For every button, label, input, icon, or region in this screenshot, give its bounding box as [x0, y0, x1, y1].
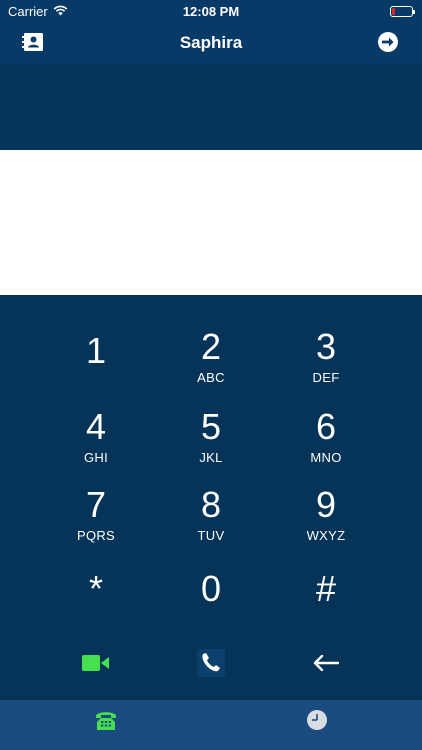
key-7[interactable]: 7 PQRS — [41, 465, 151, 543]
call-info-area — [0, 64, 422, 150]
key-letters: DEF — [312, 370, 340, 385]
battery-icon — [390, 6, 415, 17]
key-digit: * — [88, 568, 103, 609]
backspace-arrow-icon — [313, 654, 340, 676]
key-letters: WXYZ — [306, 528, 346, 543]
key-digit: 3 — [315, 326, 337, 367]
tab-dialpad[interactable] — [0, 700, 211, 750]
tab-history[interactable] — [211, 700, 422, 750]
key-4[interactable]: 4 GHI — [41, 387, 151, 465]
key-digit: 1 — [85, 330, 107, 371]
key-digit: 7 — [85, 484, 107, 525]
key-2[interactable]: 2 ABC — [156, 307, 266, 385]
backspace-button[interactable] — [286, 640, 366, 690]
battery-fill — [392, 8, 395, 15]
key-1[interactable]: 1 — [41, 307, 151, 379]
key-letters: GHI — [83, 450, 108, 465]
key-3[interactable]: 3 DEF — [271, 307, 381, 385]
tab-bar — [0, 700, 422, 750]
key-digit: 4 — [85, 406, 107, 447]
key-letters: TUV — [197, 528, 225, 543]
video-call-icon — [82, 653, 110, 678]
nav-bar: Saphira — [0, 24, 422, 64]
key-8[interactable]: 8 TUV — [156, 465, 266, 543]
key-digit: 9 — [315, 484, 337, 525]
key-letters: MNO — [310, 450, 342, 465]
key-0[interactable]: 0 — [156, 545, 266, 617]
key-digit: 2 — [200, 326, 222, 367]
logout-icon — [377, 31, 399, 58]
status-bar: Carrier 12:08 PM — [0, 0, 422, 24]
telephone-icon — [94, 709, 118, 736]
key-digit: 8 — [200, 484, 222, 525]
key-hash[interactable]: # — [271, 545, 381, 617]
key-letters: ABC — [197, 370, 225, 385]
key-5[interactable]: 5 JKL — [156, 387, 266, 465]
key-digit: 5 — [200, 406, 222, 447]
key-digit: 0 — [200, 568, 222, 609]
key-letters: JKL — [199, 450, 223, 465]
phone-call-icon — [197, 648, 225, 682]
keypad: 1 2 ABC 3 DEF 4 GHI 5 JKL 6 MNO 7 PQRS 8… — [0, 295, 422, 700]
key-letters: PQRS — [76, 528, 116, 543]
status-time: 12:08 PM — [182, 4, 240, 19]
video-call-button[interactable] — [56, 640, 136, 690]
voice-call-button[interactable] — [171, 640, 251, 690]
key-9[interactable]: 9 WXYZ — [271, 465, 381, 543]
key-6[interactable]: 6 MNO — [271, 387, 381, 465]
key-digit: 6 — [315, 406, 337, 447]
phone-number-input[interactable] — [0, 150, 422, 295]
key-digit: # — [315, 568, 337, 609]
page-title: Saphira — [179, 33, 243, 52]
logout-button[interactable] — [376, 31, 400, 58]
key-star[interactable]: * — [41, 545, 151, 617]
clock-icon — [306, 709, 328, 736]
